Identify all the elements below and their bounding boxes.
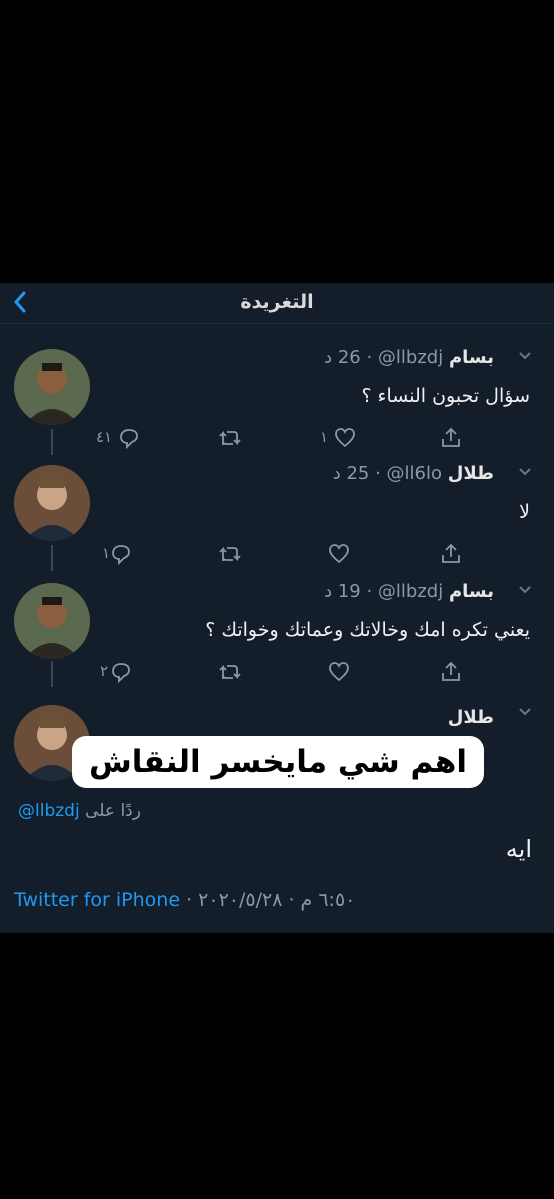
retweet-icon [219, 664, 241, 680]
tweet-2[interactable]: طلال @ll6lo · 25 د لا ١ [0, 453, 554, 573]
retweet-button[interactable] [218, 425, 248, 451]
share-button[interactable] [440, 425, 466, 451]
like-button[interactable] [328, 541, 358, 567]
reply-icon [112, 545, 130, 565]
tweet-header: طلال @ll6lo · 25 د [333, 463, 494, 484]
tweet-footer: Twitter for iPhone ٦:٥٠ م · ٢٠٢٠/٥/٢٨ · [14, 889, 355, 911]
tweet-source[interactable]: Twitter for iPhone [14, 889, 180, 911]
retweet-button[interactable] [218, 659, 248, 685]
caption-overlay: اهم شي مايخسر النقاش [72, 736, 484, 788]
reply-icon [112, 663, 130, 683]
reply-to-handle[interactable]: @llbzdj [18, 801, 80, 821]
chevron-down-icon[interactable] [518, 465, 532, 481]
share-button[interactable] [440, 541, 466, 567]
tweet-time-date: ٦:٥٠ م · ٢٠٢٠/٥/٢٨ · [186, 889, 356, 911]
retweet-button[interactable] [218, 541, 248, 567]
timestamp: · 25 د [332, 463, 381, 484]
reply-count: ٢ [100, 662, 109, 680]
user-handle[interactable]: @ll6lo [387, 463, 442, 484]
chevron-down-icon[interactable] [518, 349, 532, 365]
display-name[interactable]: طلال [448, 463, 494, 484]
tweet-thread-screen: التغريدة بسام @llbzdj · 26 د سؤال تحبون … [0, 283, 554, 933]
tweet-header: بسام @llbzdj · 26 د [324, 347, 494, 368]
retweet-icon [219, 430, 241, 446]
tweet-actions: ٤١ ١ [96, 425, 486, 453]
reply-count: ١ [102, 544, 111, 562]
caption-text: اهم شي مايخسر النقاش [89, 744, 467, 780]
tweet-text: سؤال تحبون النساء ؟ [361, 385, 530, 407]
heart-icon [335, 428, 355, 448]
like-count: ١ [320, 428, 329, 446]
chevron-down-icon[interactable] [518, 583, 532, 599]
main-tweet-text: ايه [505, 835, 532, 863]
tweet-actions: ٢ [96, 659, 486, 687]
reply-to-label: ردًا على [85, 801, 141, 821]
display-name[interactable]: بسام [449, 347, 494, 368]
reply-to-line: @llbzdj ردًا على [18, 801, 141, 821]
heart-icon [329, 662, 349, 682]
user-handle[interactable]: @llbzdj [378, 347, 443, 368]
timestamp: · 19 د [324, 581, 373, 602]
chevron-down-icon[interactable] [518, 705, 532, 721]
timestamp: · 26 د [324, 347, 373, 368]
avatar[interactable] [14, 583, 90, 659]
top-bar: التغريدة [0, 283, 554, 324]
tweet-actions: ١ [96, 541, 486, 569]
page-title: التغريدة [240, 291, 314, 313]
user-handle[interactable]: @llbzdj [378, 581, 443, 602]
share-icon [442, 661, 460, 681]
heart-icon [329, 544, 349, 564]
reply-button[interactable]: ٤١ [96, 425, 156, 451]
reply-button[interactable]: ٢ [96, 659, 156, 685]
like-button[interactable]: ١ [320, 425, 360, 451]
tweet-header: طلال [448, 707, 494, 728]
share-icon [442, 427, 460, 447]
tweet-3[interactable]: بسام @llbzdj · 19 د يعني تكره امك وخالات… [0, 571, 554, 691]
reply-icon [120, 429, 138, 449]
like-button[interactable] [328, 659, 358, 685]
tweet-1[interactable]: بسام @llbzdj · 26 د سؤال تحبون النساء ؟ … [0, 337, 554, 457]
reply-count: ٤١ [96, 428, 113, 446]
avatar[interactable] [14, 349, 90, 425]
share-icon [442, 543, 460, 563]
avatar[interactable] [14, 465, 90, 541]
display-name[interactable]: طلال [448, 707, 494, 728]
retweet-icon [219, 546, 241, 562]
share-button[interactable] [440, 659, 466, 685]
tweet-text: يعني تكره امك وخالاتك وعماتك وخواتك ؟ [205, 619, 530, 641]
display-name[interactable]: بسام [449, 581, 494, 602]
reply-button[interactable]: ١ [96, 541, 156, 567]
tweet-header: بسام @llbzdj · 19 د [324, 581, 494, 602]
tweet-text: لا [519, 501, 530, 523]
